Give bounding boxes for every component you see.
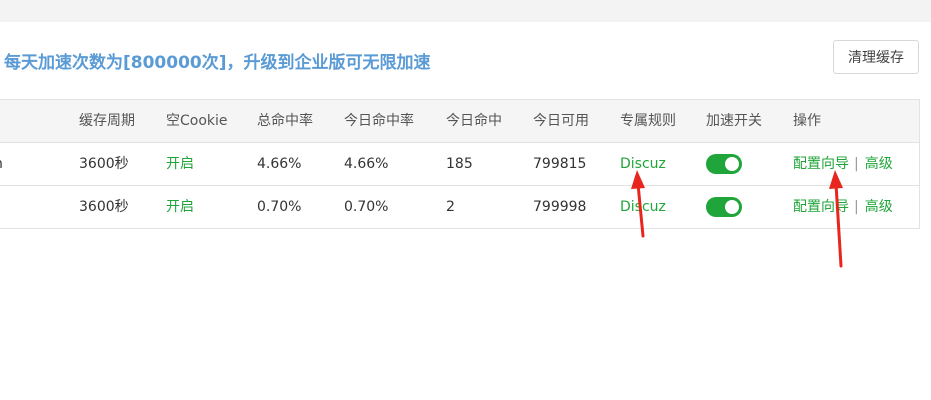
red-arrow-to-rule — [631, 170, 645, 238]
annotation-arrows — [631, 170, 843, 268]
red-arrow-to-config-wizard — [829, 170, 843, 268]
